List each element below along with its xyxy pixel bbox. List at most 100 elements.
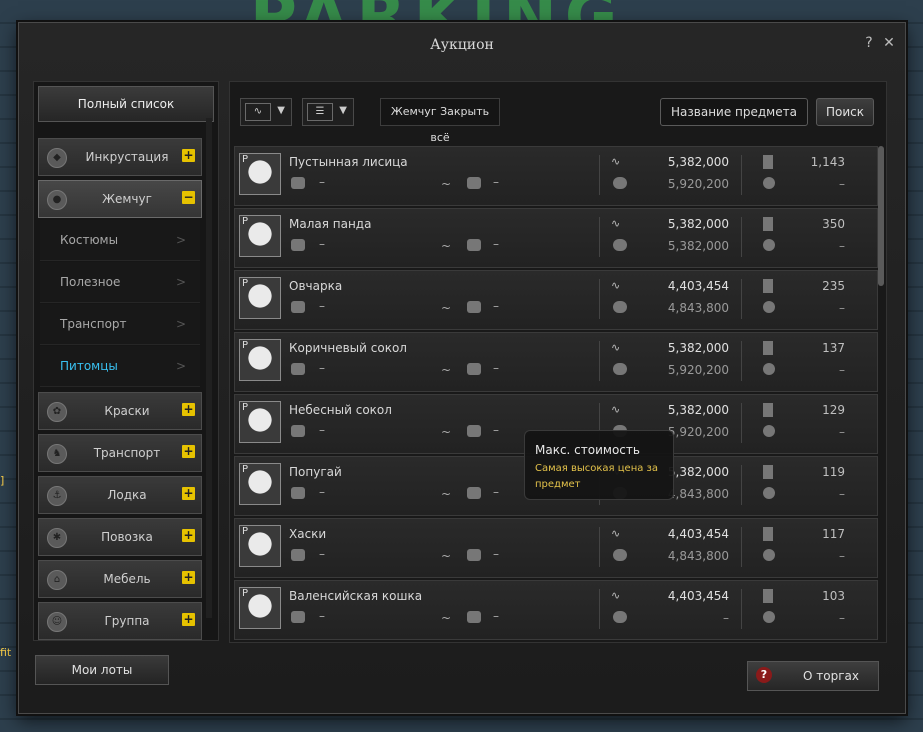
sidebar-cat-mounts[interactable]: ♞ Транспорт + [38, 434, 202, 472]
money-bag-icon [763, 611, 775, 623]
min-value: – [319, 485, 325, 499]
coins-clock-icon[interactable] [613, 301, 627, 313]
item-name: Овчарка [289, 279, 343, 293]
table-row[interactable]: P Малая панда – ~ – ∿ 5,382,000 5,382,00… [234, 208, 878, 268]
sidebar-cat-dyes[interactable]: ✿ Краски + [38, 392, 202, 430]
max-value: – [493, 485, 499, 499]
sidebar-cat-group[interactable]: ☺ Группа + [38, 602, 202, 640]
base-price: 4,403,454 [667, 589, 729, 603]
table-row[interactable]: P Валенсийская кошка – ~ – ∿ 4,403,454 –… [234, 580, 878, 640]
max-value: – [493, 361, 499, 375]
divider [599, 589, 600, 629]
pearl-mark: P [242, 402, 249, 413]
expand-icon[interactable]: + [182, 613, 195, 626]
pet-thumbnail-icon: P [239, 587, 281, 629]
sidebar-sub-costumes[interactable]: Костюмы > [40, 220, 200, 261]
coins-icon [291, 549, 305, 561]
trend-icon[interactable]: ∿ [611, 155, 620, 168]
sidebar-cat-label: Мебель [103, 572, 151, 586]
expand-icon[interactable]: + [182, 571, 195, 584]
chevron-right-icon: > [175, 275, 186, 289]
sidebar-sub-useful[interactable]: Полезное > [40, 262, 200, 303]
side-text-1: ] [0, 474, 5, 487]
trend-icon[interactable]: ∿ [611, 279, 620, 292]
sidebar-sub-transport[interactable]: Транспорт > [40, 304, 200, 345]
trend-icon[interactable]: ∿ [611, 527, 620, 540]
coins-icon [291, 363, 305, 375]
range-tilde: ~ [441, 549, 452, 563]
table-row[interactable]: P Коричневый сокол – ~ – ∿ 5,382,000 5,9… [234, 332, 878, 392]
trend-dropdown[interactable]: ∿ ▼ [240, 98, 292, 126]
sidebar-cat-boat[interactable]: ⚓ Лодка + [38, 476, 202, 514]
active-filter-tag[interactable]: Жемчуг Закрыть всё [380, 98, 500, 144]
my-lots-button[interactable]: Мои лоты [35, 655, 169, 685]
divider [741, 279, 742, 319]
collapse-icon[interactable]: − [182, 191, 195, 204]
money-bag-icon [763, 301, 775, 313]
table-row[interactable]: P Пустынная лисица – ~ – ∿ 5,382,000 5,9… [234, 146, 878, 206]
max-value: – [493, 237, 499, 251]
listing-doc-icon [763, 217, 773, 231]
help-icon[interactable]: ? [861, 35, 877, 51]
divider [741, 155, 742, 195]
listing-count: 117 [822, 527, 845, 541]
search-button[interactable]: Поиск [816, 98, 874, 126]
range-tilde: ~ [441, 425, 452, 439]
trend-icon[interactable]: ∿ [611, 403, 620, 416]
expand-icon[interactable]: + [182, 487, 195, 500]
max-price: 5,920,200 [667, 363, 729, 377]
pet-thumbnail-icon: P [239, 525, 281, 567]
expand-icon[interactable]: + [182, 529, 195, 542]
trend-icon[interactable]: ∿ [611, 341, 620, 354]
divider [741, 403, 742, 443]
pet-thumbnail-icon: P [239, 277, 281, 319]
item-name: Пустынная лисица [289, 155, 408, 169]
expand-icon[interactable]: + [182, 403, 195, 416]
category-sidebar: Полный список ◆ Инкрустация + ● Жемчуг −… [33, 81, 219, 641]
sidebar-cat-inlay[interactable]: ◆ Инкрустация + [38, 138, 202, 176]
pet-thumbnail-icon: P [239, 215, 281, 257]
trend-icon[interactable]: ∿ [611, 217, 620, 230]
coins-clock-icon[interactable] [613, 177, 627, 189]
anchor-icon: ⚓ [47, 486, 67, 506]
table-row[interactable]: P Овчарка – ~ – ∿ 4,403,454 4,843,800 23… [234, 270, 878, 330]
about-trading-button[interactable]: ? О торгах [747, 661, 879, 691]
sidebar-sub-pets[interactable]: Питомцы > [40, 346, 200, 387]
full-list-button[interactable]: Полный список [38, 86, 214, 122]
expand-icon[interactable]: + [182, 149, 195, 162]
max-price: 5,920,200 [667, 177, 729, 191]
divider [599, 217, 600, 257]
sidebar-cat-label: Группа [104, 614, 150, 628]
sidebar-cat-furniture[interactable]: ⌂ Мебель + [38, 560, 202, 598]
coins-clock-icon[interactable] [613, 239, 627, 251]
list-dropdown[interactable]: ☰ ▼ [302, 98, 354, 126]
sidebar-sub-label: Питомцы [60, 359, 118, 373]
expand-icon[interactable]: + [182, 445, 195, 458]
listing-count: 103 [822, 589, 845, 603]
coins-clock-icon[interactable] [613, 549, 627, 561]
close-icon[interactable]: ✕ [881, 35, 897, 51]
pet-thumbnail-icon: P [239, 153, 281, 195]
listing-doc-icon [763, 465, 773, 479]
item-name-search-input[interactable]: Название предмета [660, 98, 808, 126]
coins-clock-icon[interactable] [613, 611, 627, 623]
listing-count: 137 [822, 341, 845, 355]
sold-count: – [839, 239, 845, 253]
trend-icon[interactable]: ∿ [611, 589, 620, 602]
range-tilde: ~ [441, 611, 452, 625]
pet-thumbnail-icon: P [239, 401, 281, 443]
coins-clock-icon[interactable] [613, 363, 627, 375]
coins-up-icon [467, 549, 481, 561]
sidebar-cat-wagon[interactable]: ✱ Повозка + [38, 518, 202, 556]
list-scrollbar[interactable] [878, 146, 884, 286]
pearl-mark: P [242, 216, 249, 227]
sidebar-cat-pearl[interactable]: ● Жемчуг − [38, 180, 202, 218]
sold-count: – [839, 549, 845, 563]
sidebar-cat-label: Жемчуг [102, 192, 152, 206]
sidebar-scrollbar[interactable] [206, 118, 212, 618]
min-value: – [319, 361, 325, 375]
coins-icon [291, 425, 305, 437]
palette-icon: ✿ [47, 402, 67, 422]
coins-icon [291, 239, 305, 251]
table-row[interactable]: P Хаски – ~ – ∿ 4,403,454 4,843,800 117 … [234, 518, 878, 578]
